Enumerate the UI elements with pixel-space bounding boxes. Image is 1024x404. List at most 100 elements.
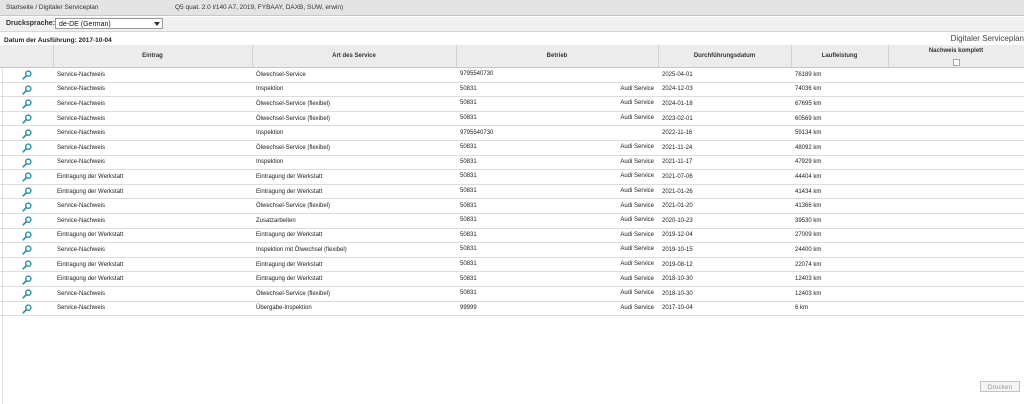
table-row: Service-Nachweis Inspektion 50831 Audi Serv… bbox=[0, 155, 1024, 171]
mileage-cell: 41434 km bbox=[791, 184, 888, 200]
workshop-cell: 50831 Audi Service bbox=[456, 257, 658, 273]
print-button[interactable]: Drucken bbox=[980, 381, 1020, 392]
table-row: Service-Nachweis Ölwechsel-Service (flexi… bbox=[0, 111, 1024, 127]
table-row: Service-Nachweis Inspektion 50831 Audi Serv… bbox=[0, 82, 1024, 98]
entry-cell: Service-Nachweis bbox=[53, 140, 252, 156]
column-header-verified: Nachweis komplett bbox=[888, 45, 1024, 68]
row-icon-cell bbox=[0, 184, 53, 200]
wrench-key-icon[interactable] bbox=[21, 129, 32, 139]
wrench-key-icon[interactable] bbox=[21, 202, 32, 212]
wrench-key-icon[interactable] bbox=[21, 289, 32, 299]
verified-cell bbox=[888, 184, 1024, 200]
date-cell: 2019-08-12 bbox=[658, 257, 791, 273]
print-language-select[interactable]: de-DE (German) bbox=[55, 18, 163, 29]
workshop-name: Audi Service bbox=[620, 173, 654, 180]
wrench-key-icon[interactable] bbox=[21, 143, 32, 153]
wrench-key-icon[interactable] bbox=[21, 275, 32, 285]
column-header-date: Durchführungsdatum bbox=[658, 45, 792, 68]
workshop-name: Audi Service bbox=[620, 246, 654, 253]
workshop-code: 50831 bbox=[460, 158, 477, 165]
wrench-key-icon[interactable] bbox=[21, 158, 32, 168]
date-cell: 2022-11-16 bbox=[658, 125, 791, 141]
verified-cell bbox=[888, 67, 1024, 83]
verified-cell bbox=[888, 96, 1024, 112]
service-type-cell: Eintragung der Werkstatt bbox=[252, 257, 456, 273]
workshop-name: Audi Service bbox=[620, 202, 654, 209]
table-row: Service-Nachweis Zusatzarbeiten 50831 Audi … bbox=[0, 213, 1024, 229]
wrench-key-icon[interactable] bbox=[21, 216, 32, 226]
date-cell: 2019-12-04 bbox=[658, 228, 791, 244]
mileage-cell: 24400 km bbox=[791, 242, 888, 258]
row-icon-cell bbox=[0, 111, 53, 127]
wrench-key-icon[interactable] bbox=[21, 85, 32, 95]
row-icon-cell bbox=[0, 155, 53, 171]
wrench-key-icon[interactable] bbox=[21, 245, 32, 256]
entry-cell: Service-Nachweis bbox=[53, 198, 252, 214]
wrench-key-icon[interactable] bbox=[21, 260, 32, 270]
workshop-code: 50831 bbox=[460, 261, 477, 268]
verified-cell bbox=[888, 169, 1024, 185]
workshop-name: Audi Service bbox=[620, 304, 654, 311]
table-row: Service-Nachweis Inspektion mit Ölwechsel… bbox=[0, 242, 1024, 258]
language-bar: Drucksprache: de-DE (German) Digitaler S… bbox=[0, 17, 1024, 43]
workshop-code: 50831 bbox=[460, 188, 477, 195]
service-type-cell: Ölwechsel-Service (flexibel) bbox=[252, 96, 456, 112]
entry-cell: Service-Nachweis bbox=[53, 155, 252, 171]
date-cell: 2019-10-15 bbox=[658, 242, 791, 258]
service-type-cell: Inspektion bbox=[252, 82, 456, 98]
workshop-code: 50831 bbox=[460, 231, 477, 238]
verified-cell bbox=[888, 213, 1024, 229]
entry-cell: Service-Nachweis bbox=[53, 96, 252, 112]
wrench-key-icon[interactable] bbox=[21, 304, 32, 314]
date-cell: 2025-04-01 bbox=[658, 67, 791, 83]
row-icon-cell bbox=[0, 67, 53, 83]
table-row: Eintragung der Werkstatt Eintragung der W… bbox=[0, 169, 1024, 185]
verified-cell bbox=[888, 125, 1024, 141]
table-header-row: Eintrag Art des Service Betrieb Durchfüh… bbox=[0, 45, 1024, 68]
mileage-cell: 44404 km bbox=[791, 169, 888, 185]
column-header-entry: Eintrag bbox=[53, 45, 253, 68]
row-icon-cell bbox=[0, 257, 53, 273]
row-icon-cell bbox=[0, 228, 53, 244]
workshop-name: Audi Service bbox=[620, 115, 654, 122]
row-icon-cell bbox=[0, 96, 53, 112]
workshop-cell: 50831 Audi Service bbox=[456, 213, 658, 229]
row-icon-cell bbox=[0, 301, 53, 317]
row-icon-cell bbox=[0, 125, 53, 141]
wrench-key-icon[interactable] bbox=[21, 231, 32, 241]
wrench-key-icon[interactable] bbox=[21, 99, 32, 110]
wrench-key-icon[interactable] bbox=[21, 172, 32, 183]
workshop-name: Audi Service bbox=[620, 275, 654, 282]
date-cell: 2018-10-30 bbox=[658, 286, 791, 302]
breadcrumb[interactable]: Startseite / Digitaler Serviceplan bbox=[6, 4, 99, 11]
table-row: Eintragung der Werkstatt Eintragung der W… bbox=[0, 257, 1024, 273]
print-language-label: Drucksprache: bbox=[6, 20, 56, 27]
workshop-cell: 50831 Audi Service bbox=[456, 82, 658, 98]
mileage-cell: 39530 km bbox=[791, 213, 888, 229]
verified-cell bbox=[888, 242, 1024, 258]
workshop-name: Audi Service bbox=[620, 144, 654, 151]
workshop-cell: 50831 Audi Service bbox=[456, 271, 658, 287]
workshop-cell: 9795540730 bbox=[456, 67, 658, 83]
wrench-key-icon[interactable] bbox=[21, 114, 32, 124]
entry-cell: Service-Nachweis bbox=[53, 82, 252, 98]
print-language-value: de-DE (German) bbox=[59, 20, 111, 28]
top-bar: Startseite / Digitaler Serviceplan Q5 qu… bbox=[0, 0, 1024, 16]
mileage-cell: 6 km bbox=[791, 301, 888, 317]
verified-checkbox[interactable] bbox=[953, 59, 960, 66]
wrench-key-icon[interactable] bbox=[21, 187, 32, 197]
verified-cell bbox=[888, 111, 1024, 127]
service-type-cell: Eintragung der Werkstatt bbox=[252, 271, 456, 287]
mileage-cell: 48092 km bbox=[791, 140, 888, 156]
service-type-cell: Ölwechsel-Service (flexibel) bbox=[252, 286, 456, 302]
workshop-cell: 50831 Audi Service bbox=[456, 198, 658, 214]
date-cell: 2024-12-03 bbox=[658, 82, 791, 98]
column-header-workshop: Betrieb bbox=[456, 45, 659, 68]
mileage-cell: 74036 km bbox=[791, 82, 888, 98]
workshop-name: Audi Service bbox=[620, 217, 654, 224]
row-icon-cell bbox=[0, 213, 53, 229]
wrench-key-icon[interactable] bbox=[21, 70, 32, 80]
workshop-cell: 50831 Audi Service bbox=[456, 228, 658, 244]
verified-cell bbox=[888, 198, 1024, 214]
date-cell: 2017-10-04 bbox=[658, 301, 791, 317]
